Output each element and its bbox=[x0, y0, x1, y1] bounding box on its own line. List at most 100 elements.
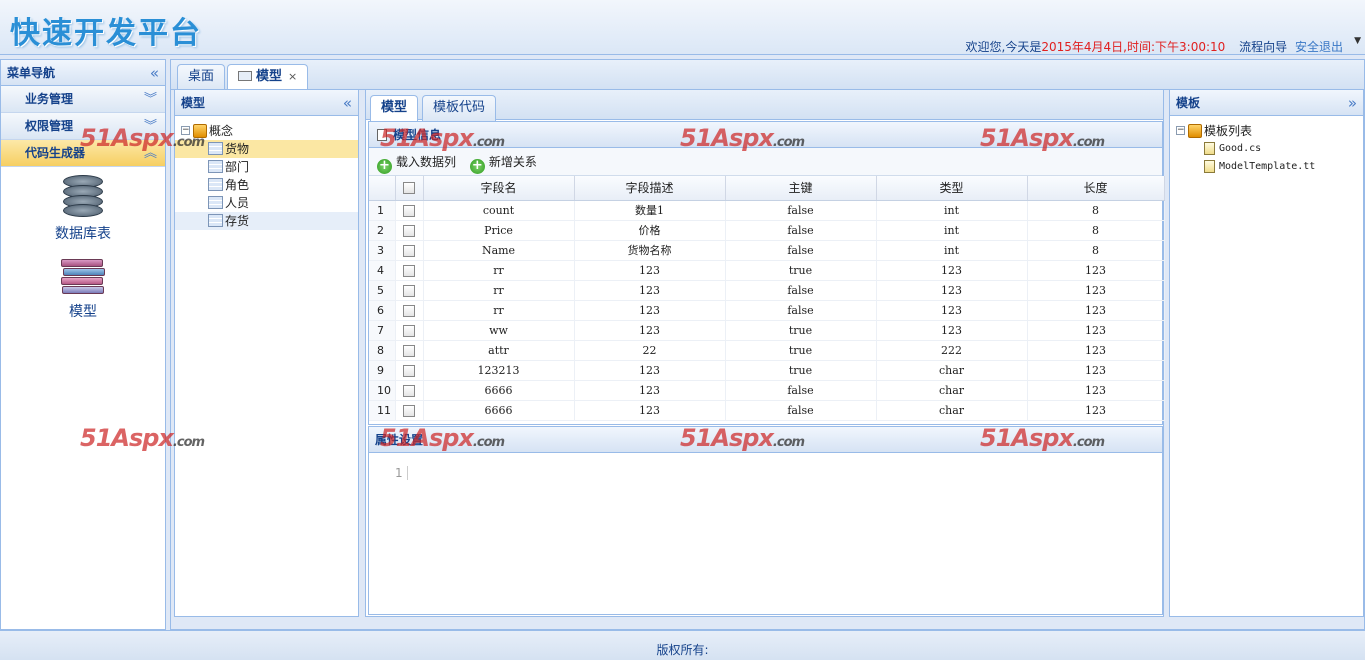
primary-key-cell[interactable]: true bbox=[725, 320, 877, 341]
type-cell[interactable]: int bbox=[876, 200, 1028, 221]
table-row[interactable]: 2 Price 价格 false int 8 bbox=[369, 220, 1165, 241]
primary-key-cell[interactable]: false bbox=[725, 300, 877, 321]
tree-expander-icon[interactable]: − bbox=[1176, 126, 1185, 135]
expand-icon[interactable]: ︾ bbox=[144, 86, 157, 113]
type-cell[interactable]: char bbox=[876, 400, 1028, 421]
table-row[interactable]: 3 Name 货物名称 false int 8 bbox=[369, 240, 1165, 261]
field-desc-cell[interactable]: 123 bbox=[574, 280, 726, 301]
tree-node-root[interactable]: − 概念 bbox=[175, 122, 358, 140]
type-cell[interactable]: 222 bbox=[876, 340, 1028, 361]
tree-node-item[interactable]: 角色 bbox=[175, 176, 358, 194]
add-relation-button[interactable]: + 新增关系 bbox=[469, 148, 537, 176]
table-row[interactable]: 11 6666 123 false char 123 bbox=[369, 400, 1165, 421]
load-columns-button[interactable]: + 载入数据列 bbox=[377, 148, 456, 176]
scroll-down-icon[interactable]: ▼ bbox=[1354, 36, 1361, 46]
row-checkbox[interactable] bbox=[403, 284, 415, 297]
field-name-cell[interactable]: rr bbox=[423, 260, 575, 281]
primary-key-cell[interactable]: true bbox=[725, 260, 877, 281]
field-name-cell[interactable]: attr bbox=[423, 340, 575, 361]
primary-key-cell[interactable]: false bbox=[725, 400, 877, 421]
field-desc-cell[interactable]: 123 bbox=[574, 260, 726, 281]
row-checkbox[interactable] bbox=[403, 264, 415, 277]
row-checkbox[interactable] bbox=[403, 224, 415, 237]
collapse-icon[interactable]: ︽ bbox=[144, 140, 157, 167]
template-file-item[interactable]: Good.cs bbox=[1170, 140, 1363, 158]
length-cell[interactable]: 123 bbox=[1027, 340, 1165, 361]
field-name-cell[interactable]: rr bbox=[423, 300, 575, 321]
field-name-cell[interactable]: Name bbox=[423, 240, 575, 261]
type-cell[interactable]: 123 bbox=[876, 260, 1028, 281]
tree-node-item[interactable]: 货物 bbox=[175, 140, 358, 158]
column-header[interactable]: 字段描述 bbox=[574, 176, 726, 201]
close-tab-icon[interactable]: × bbox=[288, 70, 297, 83]
logout-link[interactable]: 安全退出 bbox=[1295, 40, 1343, 54]
table-row[interactable]: 4 rr 123 true 123 123 bbox=[369, 260, 1165, 281]
type-cell[interactable]: int bbox=[876, 240, 1028, 261]
row-checkbox[interactable] bbox=[403, 344, 415, 357]
select-all-checkbox[interactable] bbox=[403, 182, 415, 195]
tab-desktop[interactable]: 桌面 bbox=[177, 64, 226, 90]
type-cell[interactable]: 123 bbox=[876, 300, 1028, 321]
field-desc-cell[interactable]: 22 bbox=[574, 340, 726, 361]
primary-key-cell[interactable]: false bbox=[725, 200, 877, 221]
length-cell[interactable]: 123 bbox=[1027, 260, 1165, 281]
field-desc-cell[interactable]: 123 bbox=[574, 360, 726, 381]
collapse-left-icon[interactable]: « bbox=[343, 90, 352, 116]
primary-key-cell[interactable]: false bbox=[725, 380, 877, 401]
workflow-guide-link[interactable]: 流程向导 bbox=[1239, 40, 1287, 54]
tree-node-item[interactable]: 存货 bbox=[175, 212, 358, 230]
type-cell[interactable]: 123 bbox=[876, 280, 1028, 301]
tree-node-item[interactable]: 部门 bbox=[175, 158, 358, 176]
field-desc-cell[interactable]: 123 bbox=[574, 320, 726, 341]
table-row[interactable]: 7 ww 123 true 123 123 bbox=[369, 320, 1165, 341]
type-cell[interactable]: 123 bbox=[876, 320, 1028, 341]
tree-node-item[interactable]: 人员 bbox=[175, 194, 358, 212]
field-desc-cell[interactable]: 价格 bbox=[574, 220, 726, 241]
length-cell[interactable]: 8 bbox=[1027, 240, 1165, 261]
property-code-editor[interactable]: 1 bbox=[369, 454, 1162, 614]
tree-expander-icon[interactable]: − bbox=[181, 126, 190, 135]
row-checkbox[interactable] bbox=[403, 364, 415, 377]
accordion-code-generator[interactable]: 代码生成器 ︽ bbox=[1, 140, 165, 167]
type-cell[interactable]: char bbox=[876, 360, 1028, 381]
field-name-cell[interactable]: 6666 bbox=[423, 400, 575, 421]
field-desc-cell[interactable]: 123 bbox=[574, 300, 726, 321]
field-name-cell[interactable]: count bbox=[423, 200, 575, 221]
length-cell[interactable]: 123 bbox=[1027, 380, 1165, 401]
column-header[interactable]: 长度 bbox=[1027, 176, 1165, 201]
field-desc-cell[interactable]: 数量1 bbox=[574, 200, 726, 221]
column-header[interactable]: 主键 bbox=[725, 176, 877, 201]
expand-icon[interactable]: ︾ bbox=[144, 113, 157, 140]
primary-key-cell[interactable]: false bbox=[725, 220, 877, 241]
field-desc-cell[interactable]: 123 bbox=[574, 400, 726, 421]
length-cell[interactable]: 8 bbox=[1027, 220, 1165, 241]
primary-key-cell[interactable]: true bbox=[725, 360, 877, 381]
primary-key-cell[interactable]: false bbox=[725, 280, 877, 301]
column-header[interactable]: 字段名 bbox=[423, 176, 575, 201]
length-cell[interactable]: 8 bbox=[1027, 200, 1165, 221]
row-checkbox[interactable] bbox=[403, 244, 415, 257]
table-row[interactable]: 1 count 数量1 false int 8 bbox=[369, 200, 1165, 221]
type-cell[interactable]: char bbox=[876, 380, 1028, 401]
accordion-business-management[interactable]: 业务管理 ︾ bbox=[1, 86, 165, 113]
nav-database-tables[interactable]: 数据库表 bbox=[1, 175, 165, 243]
tree-node-root[interactable]: − 模板列表 bbox=[1170, 122, 1363, 140]
field-name-cell[interactable]: ww bbox=[423, 320, 575, 341]
field-name-cell[interactable]: rr bbox=[423, 280, 575, 301]
table-row[interactable]: 8 attr 22 true 222 123 bbox=[369, 340, 1165, 361]
tab-model[interactable]: 模型 × bbox=[227, 64, 309, 91]
length-cell[interactable]: 123 bbox=[1027, 400, 1165, 421]
length-cell[interactable]: 123 bbox=[1027, 280, 1165, 301]
row-checkbox[interactable] bbox=[403, 384, 415, 397]
collapse-left-icon[interactable]: « bbox=[150, 60, 159, 86]
length-cell[interactable]: 123 bbox=[1027, 320, 1165, 341]
collapse-right-icon[interactable]: » bbox=[1348, 90, 1357, 116]
tab-model-design[interactable]: 模型 bbox=[370, 95, 419, 122]
field-name-cell[interactable]: 6666 bbox=[423, 380, 575, 401]
tab-template-code[interactable]: 模板代码 bbox=[422, 95, 497, 121]
row-checkbox[interactable] bbox=[403, 324, 415, 337]
length-cell[interactable]: 123 bbox=[1027, 300, 1165, 321]
field-name-cell[interactable]: 123213 bbox=[423, 360, 575, 381]
row-checkbox[interactable] bbox=[403, 404, 415, 417]
field-name-cell[interactable]: Price bbox=[423, 220, 575, 241]
